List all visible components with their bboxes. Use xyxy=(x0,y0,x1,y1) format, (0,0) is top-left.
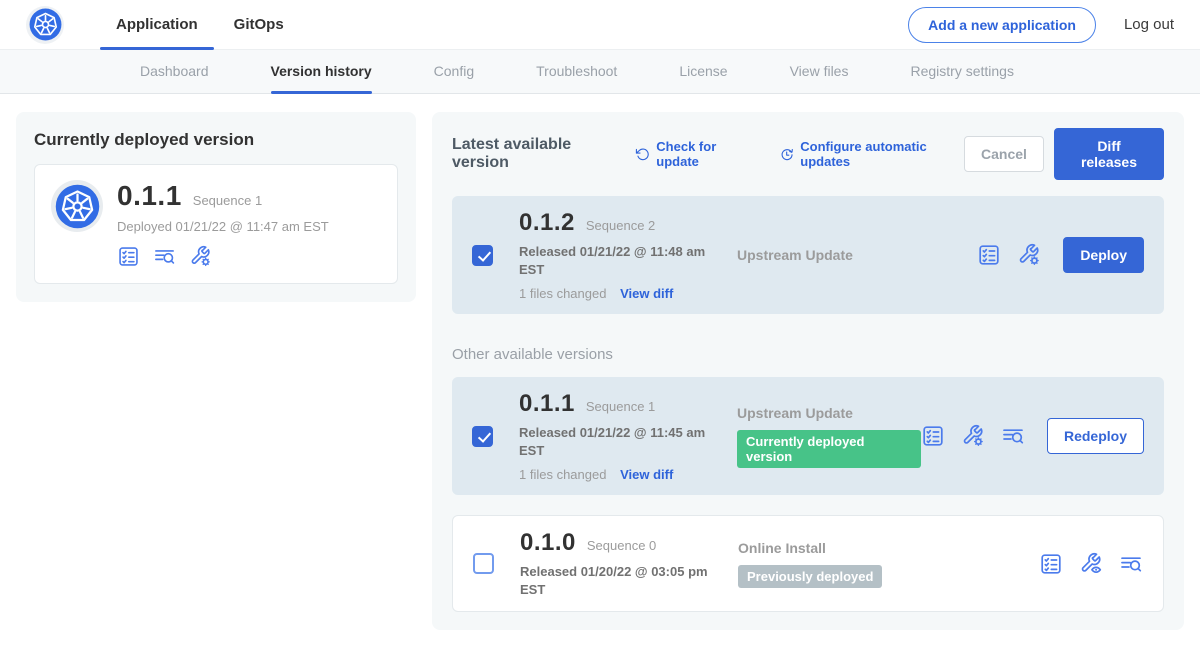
previously-deployed-badge: Previously deployed xyxy=(738,565,882,588)
files-changed-label: 1 files changed xyxy=(519,286,606,301)
kubernetes-logo xyxy=(26,6,64,44)
version-source-label: Upstream Update xyxy=(737,405,921,421)
version-actions xyxy=(1039,552,1143,576)
latest-version-header: Latest available version Check for updat… xyxy=(452,128,1164,180)
version-checkbox[interactable] xyxy=(472,245,493,266)
version-number: 0.1.0 xyxy=(520,529,576,557)
sequence-label: Sequence 2 xyxy=(586,218,655,233)
other-available-versions-label: Other available versions xyxy=(452,346,1164,363)
source-cell: Upstream Update Currently deployed versi… xyxy=(737,405,921,468)
deploy-logs-icon[interactable] xyxy=(1001,424,1025,448)
version-number: 0.1.1 xyxy=(519,390,575,418)
deploy-logs-icon[interactable] xyxy=(1119,552,1143,576)
sequence-label: Sequence 1 xyxy=(586,399,655,414)
files-changed-line: 1 files changed View diff xyxy=(519,467,719,482)
released-timestamp: Released 01/20/22 @ 03:05 pm EST xyxy=(520,563,710,598)
deploy-button[interactable]: Deploy xyxy=(1063,237,1144,273)
top-nav-tabs: Application GitOps xyxy=(98,0,302,50)
source-cell: Upstream Update xyxy=(737,247,977,263)
tab-troubleshoot[interactable]: Troubleshoot xyxy=(536,50,617,94)
diff-releases-button[interactable]: Diff releases xyxy=(1054,128,1164,180)
files-changed-label: 1 files changed xyxy=(519,467,606,482)
view-diff-link[interactable]: View diff xyxy=(620,467,673,482)
deployed-action-icons xyxy=(117,245,329,268)
version-number: 0.1.2 xyxy=(519,209,575,237)
app-sub-nav: Dashboard Version history Config Trouble… xyxy=(0,50,1200,94)
check-for-update-link[interactable]: Check for update xyxy=(635,139,753,169)
currently-deployed-title: Currently deployed version xyxy=(34,130,398,150)
deploy-logs-icon[interactable] xyxy=(153,245,176,268)
tab-registry-settings[interactable]: Registry settings xyxy=(910,50,1013,94)
refresh-icon xyxy=(635,146,650,163)
deployed-version-number: 0.1.1 xyxy=(117,180,182,212)
tab-license[interactable]: License xyxy=(679,50,727,94)
configure-automatic-updates-link[interactable]: Configure automatic updates xyxy=(779,139,964,169)
version-source-label: Upstream Update xyxy=(737,247,977,263)
deployed-version-card: 0.1.1 Sequence 1 Deployed 01/21/22 @ 11:… xyxy=(34,164,398,284)
config-wrench-gear-icon[interactable] xyxy=(961,424,985,448)
currently-deployed-card: Currently deployed version 0.1.1 Sequenc… xyxy=(16,112,416,302)
latest-version-title: Latest available version xyxy=(452,136,617,172)
clock-refresh-icon xyxy=(779,146,794,163)
version-checkbox[interactable] xyxy=(473,553,494,574)
add-new-application-button[interactable]: Add a new application xyxy=(908,7,1096,43)
version-cell: 0.1.1 Sequence 1 Released 01/21/22 @ 11:… xyxy=(519,390,719,482)
version-actions: Deploy xyxy=(977,237,1144,273)
top-nav: Application GitOps Add a new application… xyxy=(0,0,1200,50)
released-timestamp: Released 01/21/22 @ 11:48 am EST xyxy=(519,243,709,278)
view-diff-link[interactable]: View diff xyxy=(620,286,673,301)
version-cell: 0.1.0 Sequence 0 Released 01/20/22 @ 03:… xyxy=(520,529,720,598)
view-config-wrench-eye-icon[interactable] xyxy=(1079,552,1103,576)
source-cell: Online Install Previously deployed xyxy=(738,540,1039,588)
version-list: 0.1.2 Sequence 2 Released 01/21/22 @ 11:… xyxy=(452,196,1164,612)
main-content: Currently deployed version 0.1.1 Sequenc… xyxy=(0,94,1200,648)
version-row-0-1-0: 0.1.0 Sequence 0 Released 01/20/22 @ 03:… xyxy=(452,515,1164,612)
top-tab-application[interactable]: Application xyxy=(98,0,216,50)
release-notes-checklist-icon[interactable] xyxy=(921,424,945,448)
configure-automatic-updates-label: Configure automatic updates xyxy=(800,139,964,169)
release-notes-checklist-icon[interactable] xyxy=(117,245,140,268)
tab-view-files[interactable]: View files xyxy=(790,50,849,94)
top-tab-gitops[interactable]: GitOps xyxy=(216,0,302,50)
version-history-panel: Latest available version Check for updat… xyxy=(432,112,1184,630)
released-timestamp: Released 01/21/22 @ 11:45 am EST xyxy=(519,424,709,459)
version-row-0-1-1: 0.1.1 Sequence 1 Released 01/21/22 @ 11:… xyxy=(452,377,1164,495)
version-row-0-1-2: 0.1.2 Sequence 2 Released 01/21/22 @ 11:… xyxy=(452,196,1164,314)
files-changed-line: 1 files changed View diff xyxy=(519,286,719,301)
version-source-label: Online Install xyxy=(738,540,1039,556)
deployed-sequence-label: Sequence 1 xyxy=(193,193,262,208)
currently-deployed-badge: Currently deployed version xyxy=(737,430,921,468)
version-checkbox[interactable] xyxy=(472,426,493,447)
tab-dashboard[interactable]: Dashboard xyxy=(140,50,209,94)
config-wrench-gear-icon[interactable] xyxy=(1017,243,1041,267)
release-notes-checklist-icon[interactable] xyxy=(977,243,1001,267)
release-notes-checklist-icon[interactable] xyxy=(1039,552,1063,576)
cancel-button[interactable]: Cancel xyxy=(964,136,1044,172)
deployed-version-info: 0.1.1 Sequence 1 Deployed 01/21/22 @ 11:… xyxy=(117,180,329,268)
sequence-label: Sequence 0 xyxy=(587,538,656,553)
redeploy-button[interactable]: Redeploy xyxy=(1047,418,1144,454)
deployed-timestamp: Deployed 01/21/22 @ 11:47 am EST xyxy=(117,219,329,234)
tab-config[interactable]: Config xyxy=(434,50,474,94)
app-kubernetes-icon xyxy=(51,180,103,232)
logout-button[interactable]: Log out xyxy=(1124,16,1174,33)
tab-version-history[interactable]: Version history xyxy=(271,50,372,94)
config-wrench-gear-icon[interactable] xyxy=(189,245,212,268)
version-actions: Redeploy xyxy=(921,418,1144,454)
check-for-update-label: Check for update xyxy=(656,139,753,169)
version-cell: 0.1.2 Sequence 2 Released 01/21/22 @ 11:… xyxy=(519,209,719,301)
